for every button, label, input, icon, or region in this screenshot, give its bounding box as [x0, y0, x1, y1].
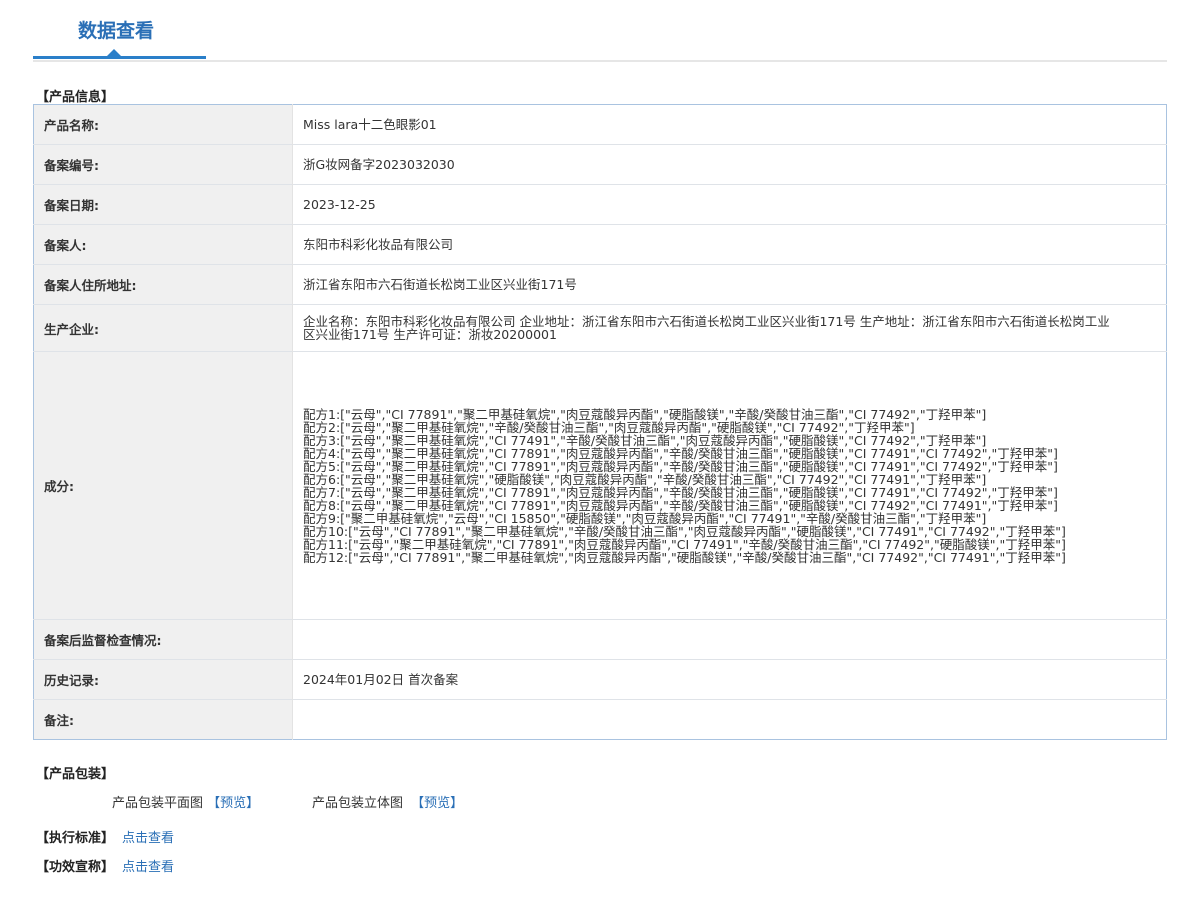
product-name-value: Miss lara十二色眼影01 — [303, 117, 437, 132]
table-row: 历史记录: 2024年01月02日 首次备案 — [33, 659, 1167, 700]
tab-active-caret — [107, 49, 121, 56]
ingredients-value: 配方1:["云母","CI 77891","聚二甲基硅氧烷","肉豆蔻酸异丙酯"… — [292, 351, 1167, 620]
package-flat-row: 产品包装平面图 【预览】 — [112, 792, 259, 811]
section-product-package: 【产品包装】 — [36, 767, 115, 782]
table-row: 生产企业: 企业名称：东阳市科彩化妆品有限公司 企业地址：浙江省东阳市六石街道长… — [33, 304, 1167, 352]
address-label: 备案人住所地址: — [33, 264, 293, 305]
formula-line: 配方10:["云母","CI 77891","聚二甲基硅氧烷","辛酸/癸酸甘油… — [303, 523, 1066, 539]
table-row: 备案日期: 2023-12-25 — [33, 184, 1167, 225]
table-row: 备案人住所地址: 浙江省东阳市六石街道长松岗工业区兴业街171号 — [33, 264, 1167, 305]
formula-line: 配方12:["云母","CI 77891","聚二甲基硅氧烷","肉豆蔻酸异丙酯… — [303, 549, 1066, 565]
supervision-label: 备案后监督检查情况: — [33, 619, 293, 660]
efficacy-claim-row: 【功效宣称】 点击查看 — [36, 856, 174, 875]
efficacy-claim-label: 【功效宣称】 — [36, 860, 115, 875]
remark-label: 备注: — [33, 699, 293, 740]
exec-standard-link[interactable]: 点击查看 — [122, 831, 174, 846]
package-solid-row: 产品包装立体图 【预览】 — [312, 792, 463, 811]
history-value: 2024年01月02日 首次备案 — [292, 659, 1167, 700]
formula-line: 配方1:["云母","CI 77891","聚二甲基硅氧烷","肉豆蔻酸异丙酯"… — [303, 406, 987, 422]
formula-line: 配方6:["云母","聚二甲基硅氧烷","硬脂酸镁","肉豆蔻酸异丙酯","辛酸… — [303, 471, 987, 487]
table-row: 备案编号: 浙G妆网备字2023032030 — [33, 144, 1167, 185]
history-label: 历史记录: — [33, 659, 293, 700]
producer-value: 企业名称：东阳市科彩化妆品有限公司 企业地址：浙江省东阳市六石街道长松岗工业区兴… — [292, 304, 1167, 352]
address-value: 浙江省东阳市六石街道长松岗工业区兴业街171号 — [292, 264, 1167, 305]
supervision-value — [292, 619, 1167, 660]
exec-standard-row: 【执行标准】 点击查看 — [36, 827, 174, 846]
remark-value — [292, 699, 1167, 740]
producer-label: 生产企业: — [33, 304, 293, 352]
table-row: 产品名称: Miss lara十二色眼影01 — [33, 104, 1167, 145]
package-solid-preview-link[interactable]: 【预览】 — [411, 796, 463, 811]
package-solid-label: 产品包装立体图 — [312, 796, 404, 811]
record-date-value: 2023-12-25 — [292, 184, 1167, 225]
table-row: 备注: — [33, 699, 1167, 740]
section-product-info: 【产品信息】 — [36, 90, 115, 105]
tab-data-view[interactable]: 数据查看 — [78, 16, 154, 43]
formula-line: 配方9:["聚二甲基硅氧烷","云母","CI 15850","硬脂酸镁","肉… — [303, 510, 987, 526]
tab-bar: 数据查看 — [33, 0, 1167, 62]
product-info-table: 产品名称: Miss lara十二色眼影01 备案编号: 浙G妆网备字20230… — [33, 104, 1167, 740]
ingredients-label: 成分: — [33, 351, 293, 620]
record-no-label: 备案编号: — [33, 144, 293, 185]
record-no-value: 浙G妆网备字2023032030 — [292, 144, 1167, 185]
product-name-label: 产品名称: — [33, 104, 293, 145]
page: 数据查看 【产品信息】 产品名称: Miss lara十二色眼影01 备案编号:… — [0, 0, 1204, 898]
registrant-value: 东阳市科彩化妆品有限公司 — [292, 224, 1167, 265]
formula-line: 配方3:["云母","聚二甲基硅氧烷","CI 77491","辛酸/癸酸甘油三… — [303, 432, 987, 448]
table-row: 备案后监督检查情况: — [33, 619, 1167, 660]
registrant-label: 备案人: — [33, 224, 293, 265]
formula-line: 配方5:["云母","聚二甲基硅氧烷","CI 77891","肉豆蔻酸异丙酯"… — [303, 458, 1058, 474]
tab-active-underline — [33, 56, 206, 59]
efficacy-claim-link[interactable]: 点击查看 — [122, 860, 174, 875]
table-row: 成分: 配方1:["云母","CI 77891","聚二甲基硅氧烷","肉豆蔻酸… — [33, 351, 1167, 620]
table-row: 备案人: 东阳市科彩化妆品有限公司 — [33, 224, 1167, 265]
package-flat-label: 产品包装平面图 — [112, 796, 204, 811]
package-flat-preview-link[interactable]: 【预览】 — [207, 796, 259, 811]
formula-line: 配方8:["云母","聚二甲基硅氧烷","CI 77891","肉豆蔻酸异丙酯"… — [303, 497, 1058, 513]
exec-standard-label: 【执行标准】 — [36, 831, 115, 846]
formula-line: 配方2:["云母","聚二甲基硅氧烷","辛酸/癸酸甘油三酯","肉豆蔻酸异丙酯… — [303, 419, 915, 435]
record-date-label: 备案日期: — [33, 184, 293, 225]
formula-line: 配方4:["云母","聚二甲基硅氧烷","CI 77891","肉豆蔻酸异丙酯"… — [303, 445, 1058, 461]
formula-line: 配方11:["云母","聚二甲基硅氧烷","CI 77891","肉豆蔻酸异丙酯… — [303, 536, 1066, 552]
formula-line: 配方7:["云母","聚二甲基硅氧烷","CI 77891","肉豆蔻酸异丙酯"… — [303, 484, 1058, 500]
